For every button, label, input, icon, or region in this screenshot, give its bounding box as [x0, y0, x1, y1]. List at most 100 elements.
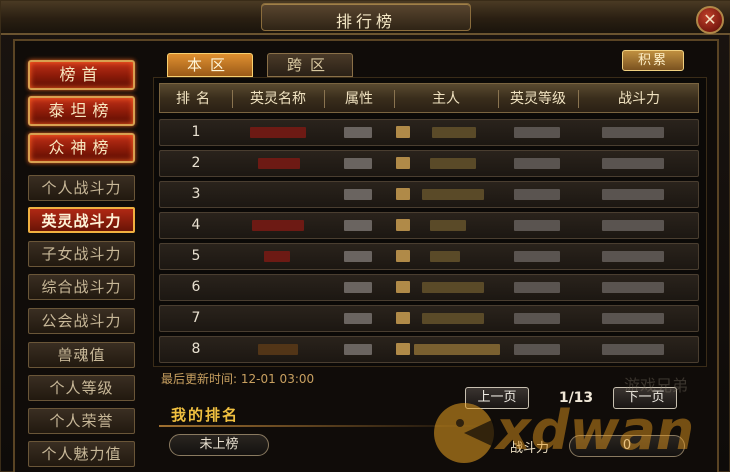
last-update: 最后更新时间: 12-01 03:00: [161, 370, 314, 387]
blurred-spirit-name: [258, 158, 300, 169]
my-power-label: 战斗力: [510, 441, 550, 456]
blurred-spirit-name: [258, 344, 298, 355]
table-header: 排名 英灵名称 属性 主人 英灵等级 战斗力: [159, 83, 699, 113]
score-button[interactable]: 积累: [622, 50, 684, 71]
blurred-power: [602, 251, 664, 262]
tab-local-server[interactable]: 本区: [167, 53, 253, 77]
table-row[interactable]: 2: [159, 150, 699, 177]
owner-icon: [396, 126, 410, 138]
row-rank: 4: [191, 217, 201, 233]
blurred-level: [514, 220, 560, 231]
table-row[interactable]: 6: [159, 274, 699, 301]
blurred-attribute: [344, 313, 372, 324]
last-update-value: 12-01 03:00: [240, 372, 315, 386]
blurred-power: [602, 220, 664, 231]
blurred-level: [514, 313, 560, 324]
menu-item-spirit-power[interactable]: 英灵战斗力: [28, 207, 135, 233]
blurred-attribute: [344, 344, 372, 355]
blurred-owner: [422, 313, 484, 324]
header-owner: 主人: [432, 91, 460, 107]
blurred-level: [514, 189, 560, 200]
row-rank: 8: [191, 341, 201, 357]
blurred-owner: [414, 344, 500, 355]
blurred-spirit-name: [250, 127, 306, 138]
row-rank: 5: [191, 248, 201, 264]
menu-item-top-1[interactable]: 榜首: [28, 60, 135, 90]
blurred-level: [514, 344, 560, 355]
blurred-power: [602, 127, 664, 138]
last-update-label: 最后更新时间:: [161, 372, 238, 386]
blurred-level: [514, 282, 560, 293]
header-spirit-name: 英灵名称: [250, 91, 306, 107]
blurred-power: [602, 344, 664, 355]
my-rank-title: 我的排名: [171, 406, 240, 424]
blurred-attribute: [344, 127, 372, 138]
title-plate: 排行榜: [261, 3, 471, 31]
blurred-spirit-name: [252, 220, 304, 231]
blurred-power: [602, 282, 664, 293]
menu-item-personal-honor[interactable]: 个人荣誉: [28, 408, 135, 434]
blurred-attribute: [344, 220, 372, 231]
close-icon: ✕: [703, 10, 717, 29]
row-rank: 6: [191, 279, 201, 295]
blurred-level: [514, 127, 560, 138]
owner-icon: [396, 281, 410, 293]
owner-icon: [396, 219, 410, 231]
table-row[interactable]: 4: [159, 212, 699, 239]
header-power: 战斗力: [618, 91, 660, 107]
owner-icon: [396, 343, 410, 355]
blurred-power: [602, 313, 664, 324]
row-rank: 2: [191, 155, 201, 171]
blurred-level: [514, 251, 560, 262]
row-rank: 7: [191, 310, 201, 326]
blurred-level: [514, 158, 560, 169]
blurred-power: [602, 189, 664, 200]
blurred-owner: [430, 251, 460, 262]
menu-item-children-power[interactable]: 子女战斗力: [28, 241, 135, 267]
tab-cross-server[interactable]: 跨区: [267, 53, 353, 77]
blurred-attribute: [344, 282, 372, 293]
page-indicator: 1/13: [558, 390, 594, 406]
table-row[interactable]: 5: [159, 243, 699, 270]
menu-item-gods[interactable]: 众神榜: [28, 133, 135, 163]
row-rank: 1: [191, 124, 201, 140]
menu-item-personal-power[interactable]: 个人战斗力: [28, 175, 135, 201]
menu-item-personal-charm[interactable]: 个人魅力值: [28, 441, 135, 467]
blurred-spirit-name: [264, 251, 290, 262]
my-power-value: 0: [569, 435, 685, 457]
prev-page-button[interactable]: 上一页: [465, 387, 529, 409]
blurred-power: [602, 158, 664, 169]
menu-item-overall-power[interactable]: 综合战斗力: [28, 274, 135, 300]
my-rank-status: 未上榜: [169, 434, 269, 456]
close-button[interactable]: ✕: [696, 6, 724, 34]
table-row[interactable]: 1: [159, 119, 699, 146]
table-row[interactable]: 3: [159, 181, 699, 208]
menu-item-personal-level[interactable]: 个人等级: [28, 375, 135, 401]
menu-item-titan[interactable]: 泰坦榜: [28, 96, 135, 126]
owner-icon: [396, 157, 410, 169]
blurred-owner: [422, 189, 484, 200]
ranking-window: 排行榜 ✕ 榜首 泰坦榜 众神榜 个人战斗力 英灵战斗力 子女战斗力 综合战斗力…: [0, 0, 730, 472]
menu-item-guild-power[interactable]: 公会战斗力: [28, 308, 135, 334]
my-rank-divider: [159, 425, 489, 427]
next-page-button[interactable]: 下一页: [613, 387, 677, 409]
blurred-owner: [430, 158, 476, 169]
table-row[interactable]: 7: [159, 305, 699, 332]
window-title: 排行榜: [335, 12, 396, 31]
owner-icon: [396, 188, 410, 200]
header-attribute: 属性: [345, 91, 373, 107]
header-rank: 排名: [176, 91, 216, 107]
header-spirit-level: 英灵等级: [510, 91, 566, 107]
table-row[interactable]: 8: [159, 336, 699, 363]
blurred-owner: [432, 127, 476, 138]
owner-icon: [396, 250, 410, 262]
blurred-attribute: [344, 158, 372, 169]
title-bar: 排行榜 ✕: [1, 1, 730, 35]
blurred-attribute: [344, 251, 372, 262]
row-rank: 3: [191, 186, 201, 202]
blurred-owner: [430, 220, 466, 231]
blurred-attribute: [344, 189, 372, 200]
menu-item-beast-soul[interactable]: 兽魂值: [28, 342, 135, 368]
blurred-owner: [422, 282, 484, 293]
owner-icon: [396, 312, 410, 324]
